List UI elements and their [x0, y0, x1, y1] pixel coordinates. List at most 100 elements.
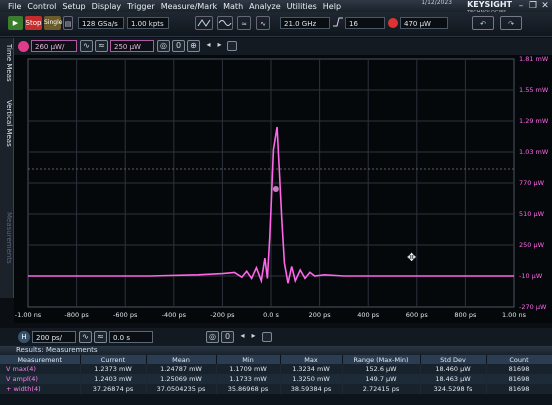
brand-name: KEYSIGHT	[467, 0, 512, 9]
cell-current: 1.2403 mW	[80, 374, 147, 384]
close-icon[interactable]: ✕	[540, 1, 550, 11]
timebase-cycle-icon[interactable]: 0	[221, 331, 234, 343]
restore-icon[interactable]: ❐	[528, 1, 538, 11]
side-tab-time-meas[interactable]: Time Meas	[1, 40, 13, 86]
cell-std-dev: 18.460 µW	[420, 364, 487, 374]
bandwidth-icon[interactable]: ∿	[256, 16, 270, 30]
toolbar: ▶ Stop Single ▤ 128 GSa/s 1.00 kpts ≈ ∿ …	[0, 12, 552, 37]
cell-mean: 1.24787 mW	[146, 364, 217, 374]
menu-display[interactable]: Display	[92, 2, 122, 11]
autoscale-icon[interactable]	[195, 16, 213, 30]
cell-range: 2.72415 ps	[342, 384, 421, 394]
results-panel: Results: Measurements Measurement Curren…	[0, 346, 552, 405]
side-tab-vertical-meas[interactable]: Vertical Meas	[1, 88, 13, 158]
envelope-icon[interactable]	[217, 16, 233, 30]
trigger-channel-icon[interactable]	[388, 18, 398, 28]
channel-settings-icon[interactable]	[227, 41, 237, 51]
cell-min: 35.86968 ps	[216, 384, 281, 394]
cell-std-dev: 18.463 µW	[420, 374, 487, 384]
menu-trigger[interactable]: Trigger	[127, 2, 155, 11]
wave-icon[interactable]: ∿	[80, 40, 93, 52]
header-measurement[interactable]: Measurement	[0, 355, 81, 364]
cell-max: 1.3250 mW	[280, 374, 343, 384]
timebase-row: H 200 ps/ ∿ ≈ 0.0 s ◎ 0 ◂ ▸	[0, 328, 552, 346]
menu-math[interactable]: Math	[223, 2, 243, 11]
trigger-edge-icon[interactable]	[332, 16, 344, 30]
timebase-next-icon[interactable]: ▸	[247, 331, 260, 343]
acq-mode-icon[interactable]: ▤	[63, 16, 73, 30]
y-tick-label: -270 µW	[519, 303, 547, 311]
memory-depth-field[interactable]: 1.00 kpts	[127, 17, 169, 29]
header-current[interactable]: Current	[80, 355, 147, 364]
channel-cycle-icon[interactable]: 0	[172, 40, 185, 52]
channel-scale-field[interactable]: 260 µW/	[31, 40, 77, 52]
sample-rate-field[interactable]: 128 GSa/s	[78, 17, 124, 29]
trigger-level-field[interactable]: 16	[345, 17, 385, 29]
timebase-wave-icon[interactable]: ∿	[79, 331, 92, 343]
header-std-dev[interactable]: Std Dev	[420, 355, 487, 364]
horizontal-icon[interactable]: H	[18, 331, 30, 343]
table-row[interactable]: V ampl(4) 1.2403 mW 1.25069 mW 1.1733 mW…	[0, 374, 552, 384]
header-min[interactable]: Min	[216, 355, 281, 364]
menu-file[interactable]: File	[8, 2, 21, 11]
x-tick-label: 1.00 ns	[501, 311, 527, 319]
timebase-position-field[interactable]: 0.0 s	[109, 331, 153, 343]
y-tick-label: 1.81 mW	[519, 55, 549, 63]
cell-count: 81698	[486, 364, 552, 374]
envelope-wave-icon	[218, 20, 232, 26]
menu-analyze[interactable]: Analyze	[249, 2, 281, 11]
channel-plus-icon[interactable]: ⊕	[187, 40, 200, 52]
cell-min: 1.1709 mW	[216, 364, 281, 374]
bandwidth-field[interactable]: 21.0 GHz	[280, 17, 330, 29]
menu-utilities[interactable]: Utilities	[287, 2, 317, 11]
x-tick-label: 200 ps	[308, 311, 331, 319]
clock: 1/12/2023	[421, 0, 452, 6]
cell-count: 81698	[486, 384, 552, 394]
single-button[interactable]: Single	[44, 16, 62, 30]
undo-icon[interactable]: ↶	[472, 16, 494, 30]
trigger-channel-level-field[interactable]: 470 µW	[400, 17, 448, 29]
channel-offset-field[interactable]: 250 µW	[110, 40, 154, 52]
filter-icon[interactable]: ≈	[237, 16, 251, 30]
waveform-display[interactable]: 1.81 mW 1.55 mW 1.29 mW 1.03 mW 770 µW 510 µW…	[14, 55, 552, 323]
wave-alt-icon[interactable]: ≈	[95, 40, 108, 52]
cell-min: 1.1733 mW	[216, 374, 281, 384]
table-row[interactable]: V max(4) 1.2373 mW 1.24787 mW 1.1709 mW …	[0, 364, 552, 374]
cell-measurement: + width(4)	[0, 384, 81, 394]
redo-icon[interactable]: ↷	[500, 16, 522, 30]
side-tab-measurements[interactable]: Measurements	[1, 198, 13, 278]
menu-help[interactable]: Help	[323, 2, 341, 11]
waveform-chart	[27, 58, 515, 308]
x-tick-label: -1.00 ns	[14, 311, 42, 319]
cell-measurement: V max(4)	[0, 364, 81, 374]
cell-max: 38.59384 ps	[280, 384, 343, 394]
y-tick-label: 1.03 mW	[519, 148, 549, 156]
header-max[interactable]: Max	[280, 355, 343, 364]
x-tick-label: -600 ps	[113, 311, 138, 319]
timebase-scale-field[interactable]: 200 ps/	[32, 331, 76, 343]
channel-4-icon[interactable]	[18, 41, 29, 52]
menu-control[interactable]: Control	[27, 2, 56, 11]
x-tick-label: 600 ps	[405, 311, 428, 319]
cell-count: 81698	[486, 374, 552, 384]
measurement-marker	[272, 185, 279, 192]
autoscale-wave-icon	[197, 19, 211, 27]
channel-zero-icon[interactable]: ◎	[157, 40, 170, 52]
run-button[interactable]: ▶	[8, 16, 23, 30]
y-tick-label: -10 µW	[519, 272, 543, 280]
y-tick-label: 1.55 mW	[519, 86, 549, 94]
menu-setup[interactable]: Setup	[62, 2, 85, 11]
channel-next-icon[interactable]: ▸	[213, 40, 226, 52]
timebase-wave-alt-icon[interactable]: ≈	[94, 331, 107, 343]
x-tick-label: -400 ps	[161, 311, 186, 319]
timebase-settings-icon[interactable]	[262, 332, 272, 342]
minimize-icon[interactable]: –	[516, 1, 526, 11]
timebase-zero-icon[interactable]: ◎	[206, 331, 219, 343]
menu-measure-mark[interactable]: Measure/Mark	[161, 2, 217, 11]
header-count[interactable]: Count	[486, 355, 552, 364]
stop-button[interactable]: Stop	[25, 16, 42, 30]
header-range[interactable]: Range (Max-Min)	[342, 355, 421, 364]
header-mean[interactable]: Mean	[146, 355, 217, 364]
table-row[interactable]: + width(4) 37.26874 ps 37.0504235 ps 35.…	[0, 384, 552, 394]
cell-range: 152.6 µW	[342, 364, 421, 374]
